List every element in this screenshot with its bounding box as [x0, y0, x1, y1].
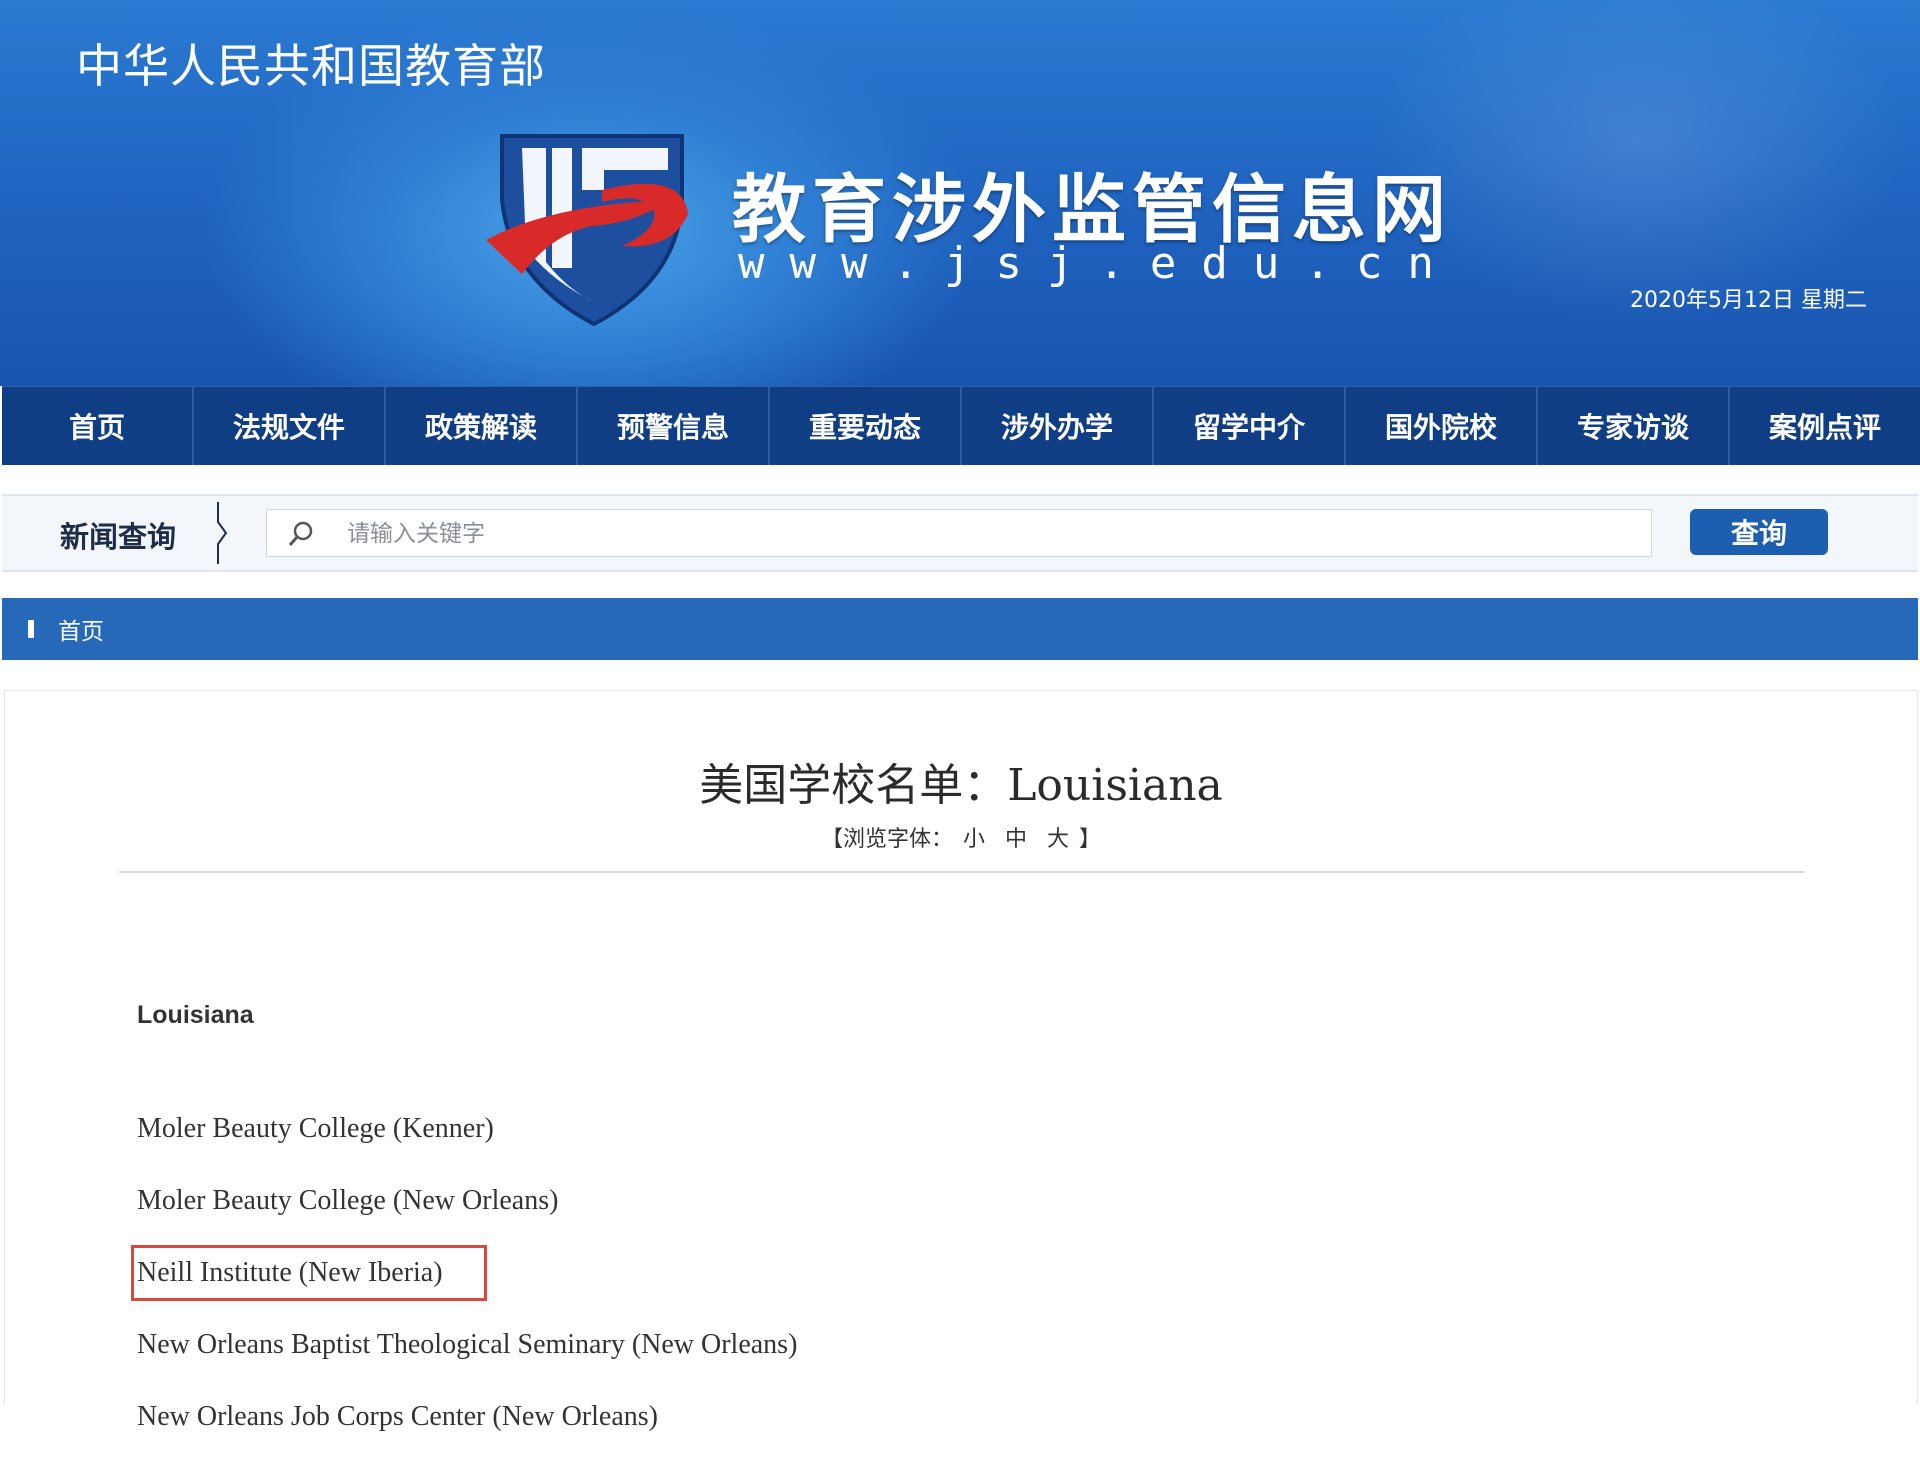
nav-item-warnings[interactable]: 预警信息 [578, 387, 770, 465]
font-size-suffix: 】 [1079, 827, 1102, 852]
list-item: Moler Beauty College (Kenner) [137, 1113, 494, 1144]
news-search-bar: 新闻查询 查询 [2, 494, 1918, 572]
search-label: 新闻查询 [60, 520, 177, 554]
current-date: 2020年5月12日 星期二 [1630, 288, 1867, 313]
page-title: 美国学校名单：Louisiana [699, 760, 1223, 811]
nav-item-regulations[interactable]: 法规文件 [194, 387, 386, 465]
nav-item-foreign-schools-operation[interactable]: 涉外办学 [962, 387, 1154, 465]
article-content: 美国学校名单：Louisiana 【浏览字体： 小中大】 Louisiana Mo… [4, 690, 1918, 1432]
highlight-box [131, 1245, 487, 1301]
site-url: www.jsj.edu.cn [738, 238, 1459, 289]
nav-item-foreign-institutions[interactable]: 国外院校 [1346, 387, 1538, 465]
main-nav: 首页 法规文件 政策解读 预警信息 重要动态 涉外办学 留学中介 国外院校 专家… [2, 386, 1920, 465]
ministry-name[interactable]: 中华人民共和国教育部 [76, 30, 546, 96]
breadcrumb-marker [28, 620, 34, 638]
font-size-medium[interactable]: 中 [1005, 827, 1027, 852]
title-divider [119, 871, 1805, 873]
nav-item-case-reviews[interactable]: 案例点评 [1730, 387, 1920, 465]
nav-item-home[interactable]: 首页 [2, 387, 194, 465]
breadcrumb: 首页 [2, 598, 1918, 660]
chevron-right-icon [217, 502, 228, 564]
search-input[interactable] [345, 514, 1639, 554]
font-size-selector: 【浏览字体： 小中大】 [5, 821, 1917, 853]
header-banner: 中华人民共和国教育部 教育涉外监管信息网 www.jsj.edu.cn 2020… [0, 0, 1920, 386]
font-size-large[interactable]: 大 [1047, 827, 1069, 852]
search-icon [288, 521, 313, 546]
nav-item-policy[interactable]: 政策解读 [386, 387, 578, 465]
font-size-small[interactable]: 小 [963, 827, 985, 852]
nav-item-study-abroad-agents[interactable]: 留学中介 [1154, 387, 1346, 465]
list-item: Moler Beauty College (New Orleans) [137, 1185, 559, 1216]
search-button[interactable]: 查询 [1690, 509, 1828, 555]
font-size-prefix: 【浏览字体： [820, 827, 953, 852]
list-item: New Orleans Job Corps Center (New Orlean… [137, 1401, 658, 1432]
list-item: New Orleans Baptist Theological Seminary… [137, 1329, 798, 1360]
site-logo-icon[interactable] [482, 130, 706, 326]
search-box [266, 509, 1652, 557]
nav-item-expert-interviews[interactable]: 专家访谈 [1538, 387, 1730, 465]
state-heading: Louisiana [137, 1001, 254, 1029]
breadcrumb-home-link[interactable]: 首页 [58, 612, 104, 646]
nav-item-news[interactable]: 重要动态 [770, 387, 962, 465]
